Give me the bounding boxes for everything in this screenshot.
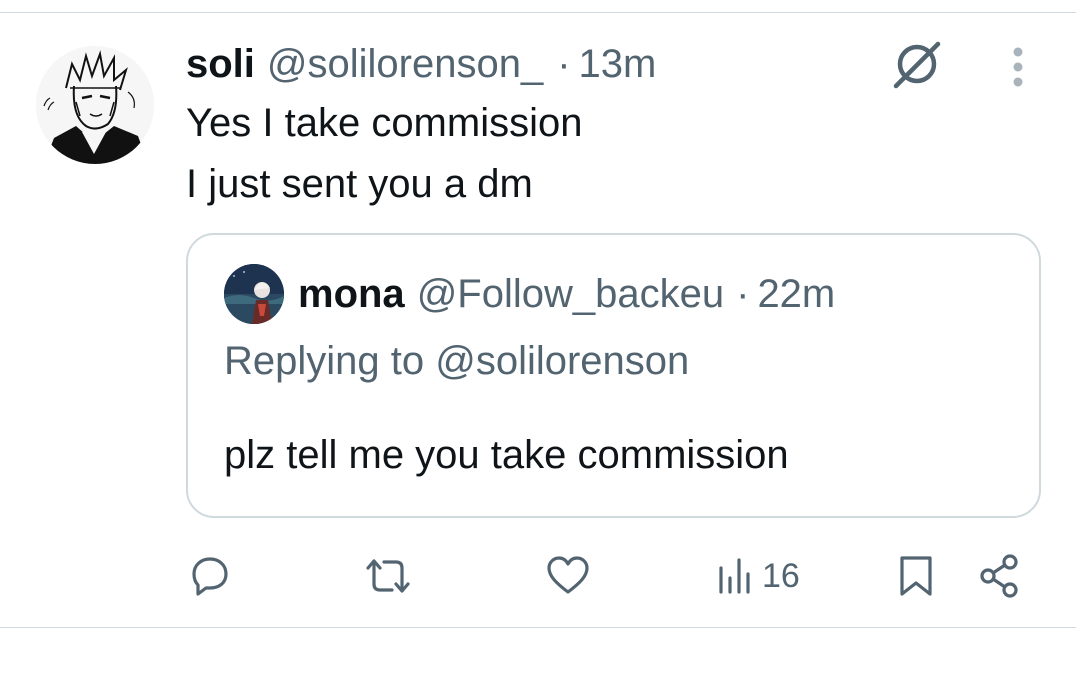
reply-icon — [192, 557, 228, 596]
retweet-icon — [366, 559, 410, 593]
like-icon — [547, 556, 589, 594]
views-count: 16 — [762, 556, 800, 595]
views-button[interactable]: 16 — [716, 552, 800, 600]
quoted-author-avatar[interactable] — [224, 264, 284, 324]
quoted-tweet-time[interactable]: 22m — [757, 272, 835, 317]
more-icon[interactable] — [1004, 46, 1032, 90]
tweet-text-line: Yes I take commission — [186, 101, 583, 145]
views-icon — [719, 558, 750, 594]
retweet-button[interactable] — [362, 552, 414, 600]
bookmark-button[interactable] — [894, 552, 938, 600]
quoted-tweet-card[interactable]: mona @Follow_backeu · 22m Replying to @s… — [186, 233, 1041, 518]
share-button[interactable] — [976, 552, 1024, 600]
quoted-author-handle[interactable]: @Follow_backeu — [417, 272, 724, 317]
tweet-header: soli @solilorenson_ · 13m — [186, 38, 656, 90]
separator-dot: · — [557, 41, 571, 86]
share-icon — [980, 554, 1018, 598]
separator-dot: · — [736, 271, 750, 316]
top-divider — [0, 12, 1076, 13]
bottom-divider — [0, 627, 1076, 628]
quoted-tweet-text: plz tell me you take commission — [224, 433, 789, 477]
author-name[interactable]: soli — [186, 42, 255, 87]
replying-to-label[interactable]: Replying to @solilorenson — [224, 339, 689, 384]
bookmark-icon — [900, 556, 932, 596]
like-button[interactable] — [544, 552, 592, 600]
tweet-text-line: I just sent you a dm — [186, 162, 533, 206]
grok-icon[interactable] — [890, 38, 946, 90]
reply-button[interactable] — [186, 552, 234, 600]
author-avatar[interactable] — [36, 46, 154, 164]
avatar-image — [36, 46, 154, 164]
author-handle[interactable]: @solilorenson_ — [267, 42, 543, 87]
quoted-author-name[interactable]: mona — [298, 272, 405, 317]
tweet-time[interactable]: 13m — [579, 42, 657, 87]
quoted-tweet-header: mona @Follow_backeu · 22m — [298, 269, 835, 319]
quoted-avatar-image — [224, 264, 284, 324]
